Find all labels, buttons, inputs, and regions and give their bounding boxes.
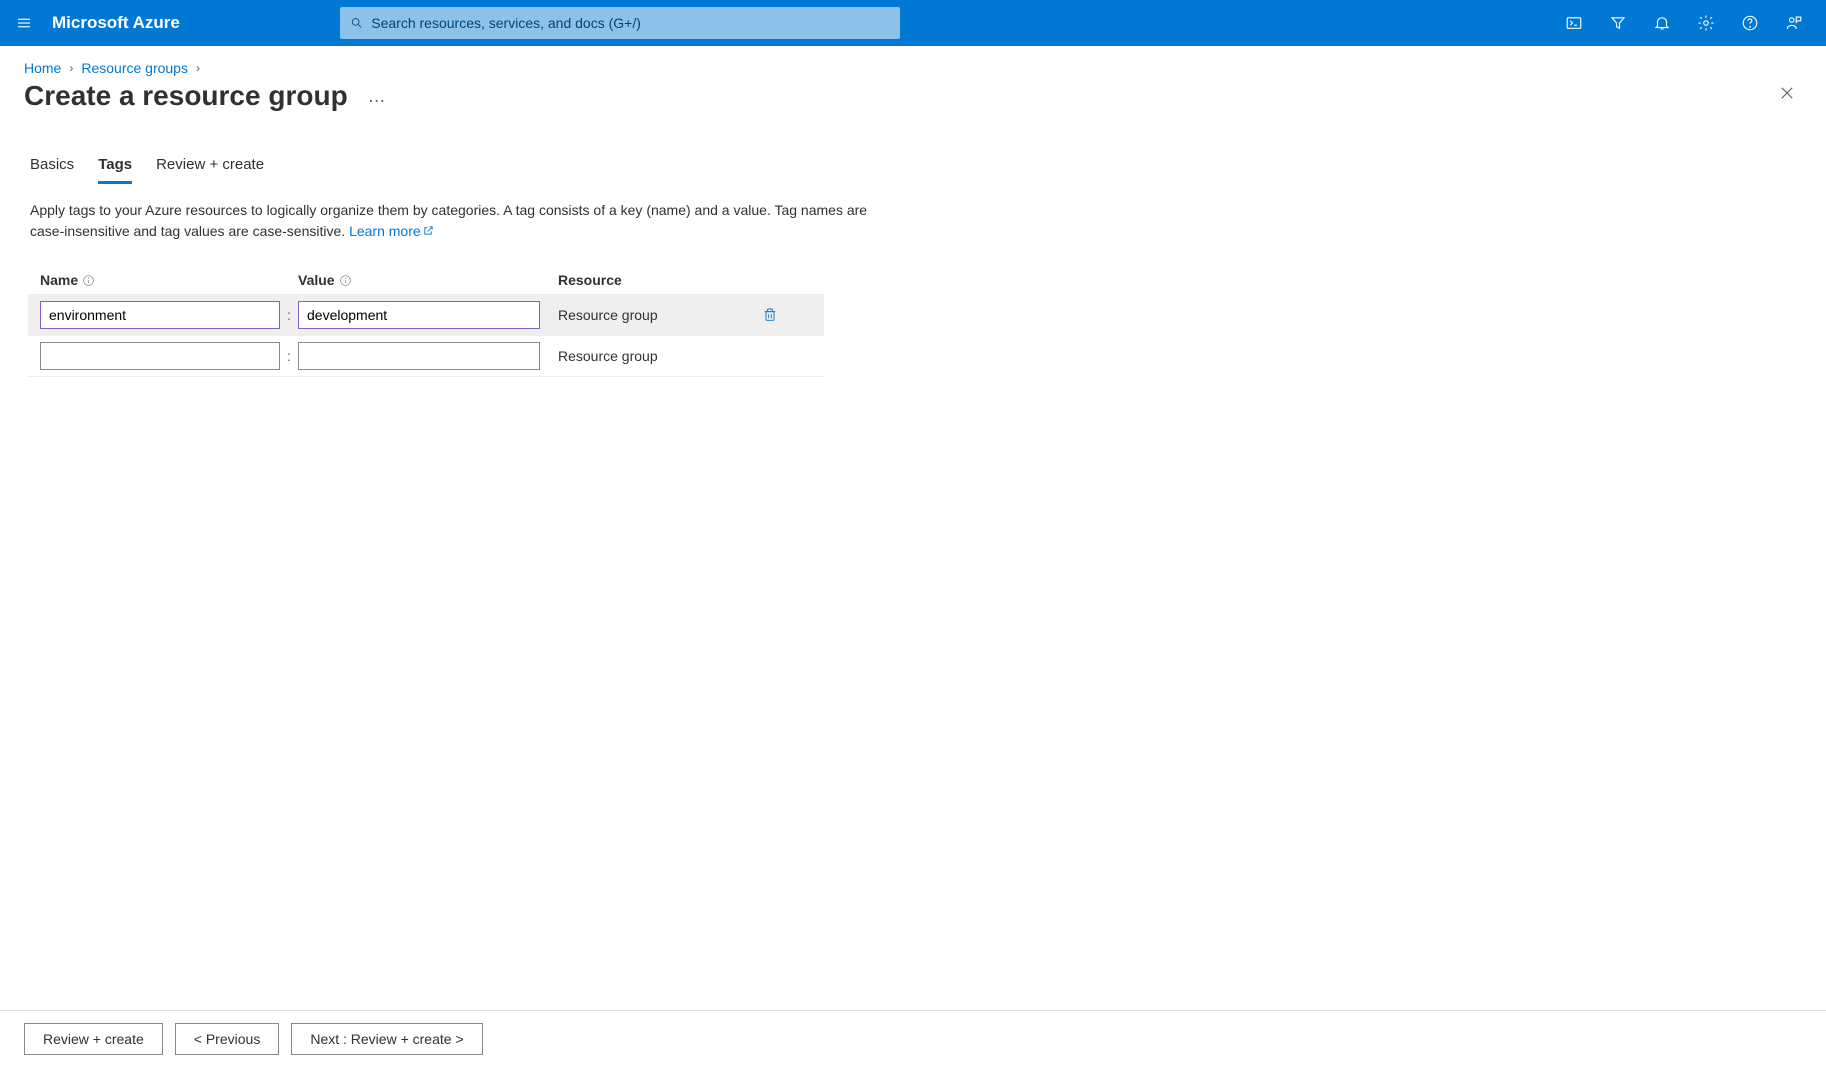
close-icon (1778, 84, 1796, 102)
tag-resource-label: Resource group (540, 307, 740, 323)
tab-review-create[interactable]: Review + create (156, 156, 264, 184)
more-actions-button[interactable]: … (368, 86, 387, 107)
col-resource-header: Resource (540, 272, 740, 288)
trash-icon (762, 307, 778, 323)
directory-filter-button[interactable] (1596, 0, 1640, 46)
info-icon[interactable] (82, 274, 95, 287)
tag-row: : Resource group (28, 335, 824, 376)
top-bar: Microsoft Azure (0, 0, 1826, 46)
notifications-button[interactable] (1640, 0, 1684, 46)
topbar-right-icons (1552, 0, 1826, 46)
brand-label[interactable]: Microsoft Azure (52, 13, 180, 33)
tag-row: : Resource group (28, 294, 824, 335)
hamburger-menu-button[interactable] (0, 0, 48, 46)
tag-name-input[interactable] (40, 301, 280, 329)
gear-icon (1697, 14, 1715, 32)
next-button[interactable]: Next : Review + create > (291, 1023, 482, 1055)
previous-button[interactable]: < Previous (175, 1023, 280, 1055)
global-search[interactable] (340, 7, 900, 39)
tag-value-input[interactable] (298, 342, 540, 370)
filter-icon (1609, 14, 1627, 32)
learn-more-link[interactable]: Learn more (349, 223, 434, 239)
col-value-header: Value (298, 272, 540, 288)
colon-separator: : (280, 348, 298, 364)
help-icon (1741, 14, 1759, 32)
info-icon[interactable] (339, 274, 352, 287)
person-feedback-icon (1785, 14, 1803, 32)
page-title-row: Create a resource group … (0, 76, 1826, 132)
tab-tags[interactable]: Tags (98, 156, 132, 184)
breadcrumb-resource-groups[interactable]: Resource groups (81, 60, 188, 76)
feedback-button[interactable] (1772, 0, 1816, 46)
close-button[interactable] (1778, 84, 1796, 108)
tag-name-input[interactable] (40, 342, 280, 370)
breadcrumb: Home › Resource groups › (0, 46, 1826, 76)
colon-separator: : (280, 307, 298, 323)
tags-table: Name Value Resource : Resource group : R… (28, 266, 824, 376)
cloud-shell-button[interactable] (1552, 0, 1596, 46)
delete-tag-button[interactable] (740, 307, 800, 323)
tag-resource-label: Resource group (540, 348, 740, 364)
external-link-icon (423, 225, 434, 236)
tab-basics[interactable]: Basics (30, 156, 74, 184)
chevron-right-icon: › (69, 61, 73, 75)
tab-description: Apply tags to your Azure resources to lo… (0, 184, 900, 242)
description-text: Apply tags to your Azure resources to lo… (30, 202, 867, 239)
chevron-right-icon: › (196, 61, 200, 75)
col-name-header: Name (40, 272, 280, 288)
breadcrumb-home[interactable]: Home (24, 60, 61, 76)
global-search-input[interactable] (371, 15, 890, 31)
search-icon (350, 16, 363, 30)
settings-button[interactable] (1684, 0, 1728, 46)
wizard-footer: Review + create < Previous Next : Review… (0, 1010, 1826, 1067)
tags-table-header: Name Value Resource (28, 266, 824, 294)
hamburger-icon (15, 14, 33, 32)
tag-value-input[interactable] (298, 301, 540, 329)
page-title: Create a resource group (24, 80, 348, 112)
bell-icon (1653, 14, 1671, 32)
help-button[interactable] (1728, 0, 1772, 46)
review-create-button[interactable]: Review + create (24, 1023, 163, 1055)
tabs: Basics Tags Review + create (0, 156, 1826, 184)
cloud-shell-icon (1565, 14, 1583, 32)
